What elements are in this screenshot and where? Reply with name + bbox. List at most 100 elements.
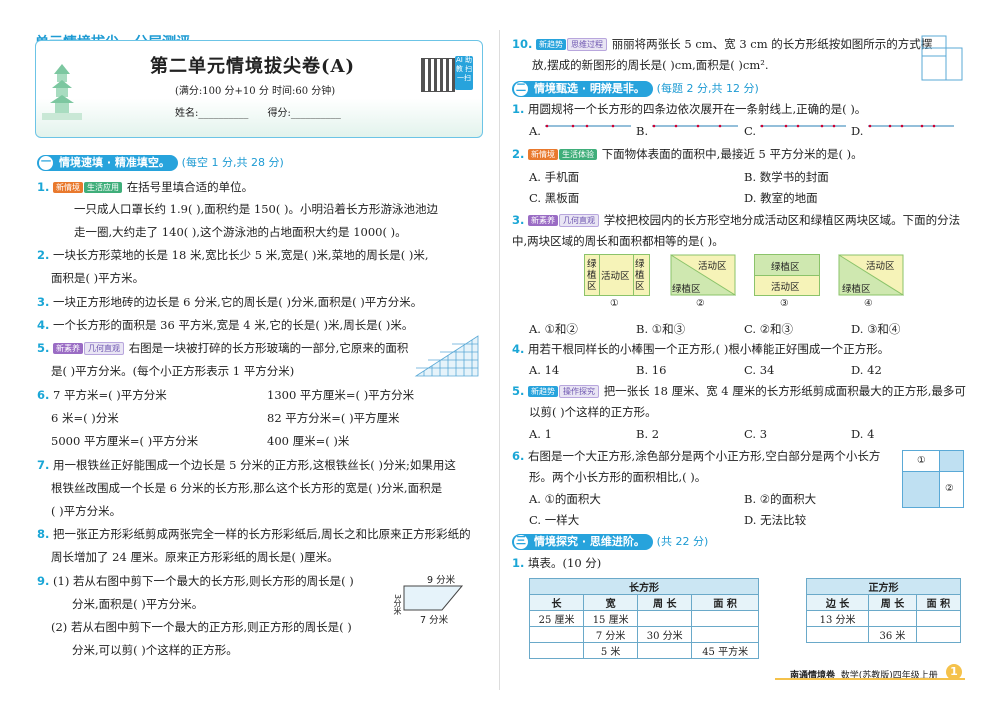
- question-3: 3. 一块正方形地砖的边长是 6 分米,它的周长是( )分米,面积是( )平方分…: [37, 295, 423, 309]
- overlapping-rectangles-figure: [921, 35, 963, 81]
- option-d[interactable]: D. 无法比较: [744, 512, 806, 528]
- q2-line-2: 面积是( )平方米。: [51, 271, 145, 285]
- question-2: 2. 一块长方形菜地的长是 18 米,宽比长少 5 米,宽是( )米,菜地的周长…: [37, 248, 429, 262]
- division-figure-4: 活动区 绿植区: [838, 254, 904, 296]
- question-9: 9. (1) 若从右图中剪下一个最大的长方形,则长方形的周长是( ): [37, 574, 354, 588]
- table-row: 5 米 45 平方米: [528, 642, 759, 659]
- question-7: 7. 用一根铁丝正好能围成一个边长是 5 分米的正方形,这根铁丝长( )分米;如…: [37, 458, 456, 472]
- option-d[interactable]: D. 教室的地面: [744, 190, 818, 206]
- option-a[interactable]: A. ①的面积大: [529, 491, 601, 507]
- option-a[interactable]: A. 手机面: [529, 169, 579, 185]
- page-number: 1: [946, 664, 962, 680]
- section-1-header: 一 情境速填 · 精准填空。 (每空 1 分,共 28 分): [37, 154, 284, 171]
- q6-f: 400 厘米=( )米: [267, 434, 350, 448]
- q5-line-2: 是( )平方分米。(每个小正方形表示 1 平方分米): [51, 364, 295, 378]
- page-divider: [499, 30, 500, 690]
- option-a[interactable]: A.: [529, 124, 541, 138]
- section-2-header: 二 情境甄选 · 明辨是非。 (每题 2 分,共 12 分): [512, 80, 759, 97]
- section-3-header: 三 情境探究 · 思维进阶。 (共 22 分): [512, 533, 708, 550]
- option-b[interactable]: B.: [636, 124, 648, 138]
- q9-line-2: 分米,面积是( )平方分米。: [72, 597, 204, 611]
- section-note: (每空 1 分,共 28 分): [181, 156, 284, 169]
- option-c[interactable]: C. 黑板面: [529, 190, 579, 206]
- fig9-top-label: 9 分米: [427, 575, 456, 586]
- question-3-1: 1. 填表。(10 分): [512, 556, 602, 570]
- question-2-2: 2. 新情境 生活体验 下面物体表面的面积中,最接近 5 平方分米的是( )。: [512, 147, 863, 161]
- q9-line-3: (2) 若从右图中剪下一个最大的正方形,则正方形的周长是( ): [51, 620, 352, 634]
- q6-e: 5000 平方厘米=( )平方分米: [51, 434, 199, 448]
- name-field[interactable]: 姓名:__________ 得分:__________: [175, 104, 341, 119]
- q9-line-4: 分米,可以剪( )个这样的正方形。: [72, 643, 238, 657]
- question-10: 10. 新趋势 思维过程 丽丽将两张长 5 cm、宽 3 cm 的长方形纸按如图所…: [512, 37, 933, 51]
- option-c[interactable]: C. ②和③: [744, 321, 793, 337]
- option-b[interactable]: B. 16: [636, 363, 666, 377]
- question-1: 1. 新情境 生活应用 在括号里填合适的单位。: [37, 180, 254, 194]
- fig-num-4: ④: [864, 298, 873, 309]
- option-c[interactable]: C. 一样大: [529, 512, 579, 528]
- option-d[interactable]: D. 4: [851, 427, 874, 441]
- question-5: 5. 新素养 几何直观 右图是一块被打碎的长方形玻璃的一部分,它原来的面积: [37, 341, 409, 355]
- tag-geometry: 几何直观: [84, 342, 125, 355]
- q1-line-3: 走一圈,大约走了 140( ),这个游泳池的占地面积大约是 1000( )。: [74, 225, 407, 239]
- option-d[interactable]: D.: [851, 124, 863, 138]
- ai-badge[interactable]: AI 助教 扫一扫: [455, 56, 473, 90]
- question-2-4: 4. 用若干根同样长的小棒围一个正方形,( )根小棒能正好围成一个正方形。: [512, 342, 890, 356]
- footer-bar: [775, 678, 965, 680]
- question-2-3: 3. 新素养 几何直观 学校把校园内的长方形空地分成活动区和绿植区两块区域。下面的…: [512, 213, 961, 227]
- square-table: 正方形 边 长 周 长 面 积 13 分米 36 米: [805, 578, 962, 643]
- option-b[interactable]: B. 数学书的封面: [744, 169, 829, 185]
- q1-line-2: 一只成人口罩长约 1.9( ),面积约是 150( )。小明沿着长方形游泳池池边: [74, 202, 438, 216]
- fig-num-2: ②: [696, 298, 705, 309]
- question-4: 4. 一个长方形的面积是 36 平方米,宽是 4 米,它的长是( )米,周长是(…: [37, 318, 414, 332]
- option-d[interactable]: D. ③和④: [851, 321, 900, 337]
- ray-option-b: [652, 124, 738, 128]
- tag-new-trend: 新趋势: [536, 39, 567, 50]
- option-a[interactable]: A. 14: [529, 363, 559, 377]
- section-title: 情境速填 · 精准填空。: [59, 156, 170, 169]
- option-c[interactable]: C. 34: [744, 363, 774, 377]
- ray-option-c: [760, 124, 846, 128]
- question-2-5: 5. 新趋势 操作探究 把一张长 18 厘米、宽 4 厘米的长方形纸剪成面积最大的…: [512, 384, 966, 398]
- tag-new-context: 新情境: [53, 182, 84, 193]
- ray-option-a: [545, 124, 631, 128]
- question-2-1: 1. 用圆规将一个长方形的四条边依次展开在一条射线上,正确的是( )。: [512, 102, 867, 116]
- q10-line-2: 放,摆成的新图形的周长是( )cm,面积是( )cm².: [532, 58, 769, 72]
- rectangle-table: 长方形 长 宽 周 长 面 积 25 厘米 15 厘米 7 分米 30 分米 5 米…: [528, 578, 759, 659]
- q6-d: 82 平方分米=( )平方厘米: [267, 411, 400, 425]
- option-c[interactable]: C. 3: [744, 427, 767, 441]
- fig9-left-label: 3分米: [393, 594, 402, 616]
- table-row: 36 米: [805, 626, 962, 643]
- option-c[interactable]: C.: [744, 124, 756, 138]
- fig9-bottom-label: 7 分米: [420, 615, 449, 626]
- division-figure-3: 绿植区 活动区: [754, 254, 820, 296]
- score-time-meta: (满分:100 分+10 分 时间:60 分钟): [175, 86, 336, 97]
- question-6: 6. 7 平方米=( )平方分米: [37, 388, 167, 402]
- ray-option-d: [868, 124, 954, 128]
- score-label: 得分:__________: [267, 108, 341, 119]
- qr-code-icon[interactable]: [421, 58, 455, 92]
- option-b[interactable]: B. ①和③: [636, 321, 685, 337]
- question-8: 8. 把一张正方形彩纸剪成两张完全一样的长方形彩纸后,周长之和比原来正方形彩纸的: [37, 527, 471, 541]
- fig-num-3: ③: [780, 298, 789, 309]
- division-figure-2: 活动区 绿植区: [670, 254, 736, 296]
- option-a[interactable]: A. 1: [529, 427, 552, 441]
- option-b[interactable]: B. 2: [636, 427, 659, 441]
- q26-line-2: 形。两个小长方形的面积相比,( )。: [529, 470, 707, 484]
- table-row: 13 分米: [805, 610, 962, 627]
- page-title: 第二单元情境拔尖卷(A): [150, 56, 355, 77]
- division-figure-1: 绿植区 活动区 绿植区: [584, 254, 650, 296]
- name-label: 姓名:__________: [175, 108, 249, 119]
- question-2-6: 6. 右图是一个大正方形,涂色部分是两个小正方形,空白部分是两个小长方: [512, 449, 881, 463]
- q7-line-2: 根铁丝改围成一个长是 6 分米的长方形,那么这个长方形的宽是( )分米,面积是: [51, 481, 443, 495]
- table-row: 25 厘米 15 厘米: [528, 610, 759, 627]
- broken-glass-grid-figure: [414, 335, 479, 377]
- tag-life-application: 生活应用: [84, 182, 123, 193]
- q23-line-2: 中,两块区域的周长和面积都相等的是( )。: [512, 234, 724, 248]
- pagoda-icon: [42, 64, 82, 120]
- tag-thinking-process: 思维过程: [567, 38, 608, 51]
- option-a[interactable]: A. ①和②: [529, 321, 578, 337]
- option-b[interactable]: B. ②的面积大: [744, 491, 816, 507]
- section-number: 一: [39, 156, 53, 170]
- q8-line-2: 周长增加了 24 厘米。原来正方形彩纸的周长是( )厘米。: [51, 550, 339, 564]
- option-d[interactable]: D. 42: [851, 363, 882, 377]
